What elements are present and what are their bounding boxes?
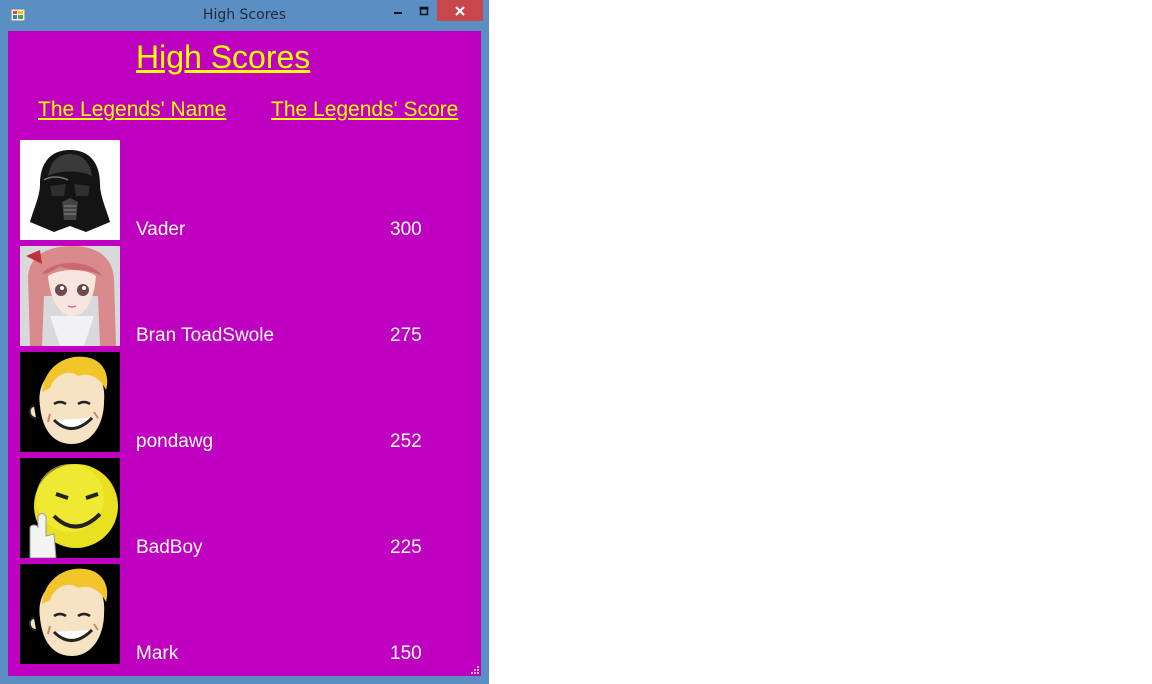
vault-boy-icon	[20, 352, 120, 452]
avatar-darth-vader	[20, 140, 120, 240]
vault-boy-icon	[20, 564, 120, 664]
close-button[interactable]	[437, 0, 483, 21]
maximize-icon	[419, 6, 429, 15]
player-name: BadBoy	[136, 537, 203, 558]
player-score: 252	[390, 431, 422, 452]
avatar-vault-boy	[20, 564, 120, 664]
name-column-header: The Legends' Name	[38, 98, 227, 121]
resize-grip-icon[interactable]	[471, 666, 479, 674]
anime-girl-icon	[20, 246, 120, 346]
minimize-icon	[394, 11, 402, 14]
close-icon	[455, 5, 465, 16]
player-score: 300	[390, 219, 422, 240]
player-name: Vader	[136, 219, 186, 240]
score-column-header: The Legends' Score	[271, 98, 459, 121]
minimize-button[interactable]	[385, 0, 411, 21]
player-name: Bran ToadSwole	[136, 325, 275, 346]
score-row: Mark 150	[20, 564, 475, 664]
page-title: High Scores	[136, 39, 311, 75]
smiley-icon	[20, 458, 120, 558]
avatar-smiley	[20, 458, 120, 558]
player-score: 275	[390, 325, 422, 346]
avatar-vault-boy	[20, 352, 120, 452]
score-row: Vader 300	[20, 140, 475, 240]
score-row: Bran ToadSwole 275	[20, 246, 475, 346]
score-row: BadBoy 225	[20, 458, 475, 558]
darth-vader-icon	[20, 140, 120, 240]
title-bar[interactable]: High Scores	[0, 0, 489, 30]
player-name: Mark	[136, 643, 179, 664]
high-scores-panel: High Scores The Legends' Name The Legend…	[8, 31, 481, 676]
avatar-anime-girl	[20, 246, 120, 346]
maximize-button[interactable]	[411, 0, 437, 21]
score-row: pondawg 252	[20, 352, 475, 452]
player-name: pondawg	[136, 431, 214, 452]
player-score: 150	[390, 643, 422, 664]
player-score: 225	[390, 537, 422, 558]
high-scores-window: High Scores High Scores The Legends' Nam…	[0, 0, 489, 684]
